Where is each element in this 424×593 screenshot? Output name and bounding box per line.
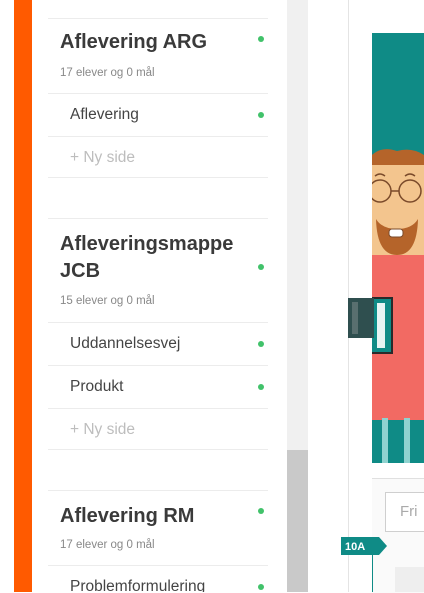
page-item-label: Aflevering (70, 106, 139, 123)
group-subtitle: 17 elever og 0 mål (60, 67, 155, 79)
status-dot (258, 508, 264, 514)
group-afleveringsmappe-jcb[interactable]: Afleveringsmappe JCB 15 elever og 0 mål … (48, 218, 268, 451)
sidebar: Aflevering ARG 17 elever og 0 mål Afleve… (48, 0, 268, 592)
timeline-line (372, 555, 373, 592)
new-page-button[interactable]: + Ny side (48, 136, 268, 179)
group-title: Aflevering ARG (60, 31, 208, 53)
group-aflevering-rm[interactable]: Aflevering RM 17 elever og 0 mål Problem… (48, 490, 268, 592)
group-aflevering-arg[interactable]: Aflevering ARG 17 elever og 0 mål Afleve… (48, 18, 268, 179)
page-item[interactable]: Problemformulering (48, 565, 268, 592)
page-item[interactable]: Produkt (48, 365, 268, 408)
class-tag-label: 10A (345, 541, 365, 553)
new-page-label: + Ny side (70, 149, 136, 166)
status-dot (258, 36, 264, 42)
status-dot (258, 584, 264, 590)
search-input-placeholder: Fri (400, 503, 418, 520)
group-header[interactable]: Aflevering ARG 17 elever og 0 mål (48, 18, 268, 93)
page-item-label: Uddannelsesvej (70, 335, 181, 352)
group-header[interactable]: Afleveringsmappe JCB 15 elever og 0 mål (48, 218, 268, 322)
page-item[interactable]: Uddannelsesvej (48, 322, 268, 365)
group-title: Afleveringsmappe JCB (60, 233, 234, 282)
new-page-button[interactable]: + Ny side (48, 408, 268, 451)
teacher-illustration (372, 149, 424, 463)
book-cover-icon (348, 298, 374, 338)
status-dot (258, 112, 264, 118)
accent-bar (14, 0, 32, 592)
class-tag: 10A (341, 537, 387, 555)
scrollbar-thumb[interactable] (287, 450, 308, 592)
status-dot (258, 341, 264, 347)
page-item[interactable]: Aflevering (48, 93, 268, 136)
group-title: Aflevering RM (60, 505, 195, 527)
card-button[interactable] (395, 567, 424, 592)
group-divider (48, 177, 268, 178)
group-subtitle: 15 elever og 0 mål (60, 295, 155, 307)
search-input[interactable]: Fri (385, 492, 424, 532)
page-item-label: Produkt (70, 378, 124, 395)
page-item-label: Problemformulering (70, 578, 206, 592)
group-header[interactable]: Aflevering RM 17 elever og 0 mål (48, 490, 268, 565)
group-divider (48, 449, 268, 450)
status-dot (258, 264, 264, 270)
new-page-label: + Ny side (70, 421, 136, 438)
group-subtitle: 17 elever og 0 mål (60, 539, 155, 551)
status-dot (258, 384, 264, 390)
preview-banner (372, 33, 424, 463)
